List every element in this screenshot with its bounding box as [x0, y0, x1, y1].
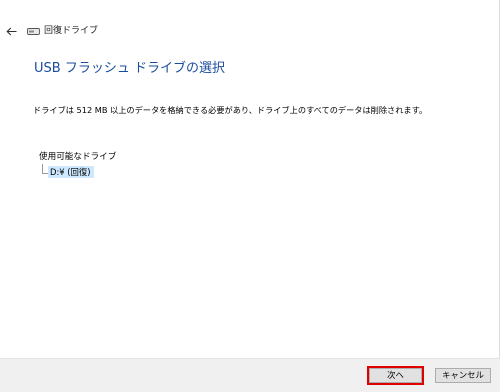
- back-arrow-icon: [5, 27, 16, 35]
- cancel-button[interactable]: キャンセル: [435, 368, 491, 383]
- page-heading: USB フラッシュ ドライブの選択: [34, 61, 225, 76]
- title-bar: 回復ドライブ: [0, 22, 500, 42]
- drive-list-item-d[interactable]: D:¥ (回復): [48, 166, 94, 178]
- drive-icon: [27, 28, 40, 35]
- footer-bar: 次へ キャンセル: [0, 358, 500, 392]
- page-description: ドライブは 512 MB 以上のデータを格納できる必要があり、ドライブ上のすべて…: [33, 105, 428, 115]
- next-button[interactable]: 次へ: [367, 366, 424, 385]
- window-title: 回復ドライブ: [44, 26, 99, 36]
- back-button[interactable]: [3, 22, 19, 40]
- available-drives-label: 使用可能なドライブ: [39, 152, 117, 162]
